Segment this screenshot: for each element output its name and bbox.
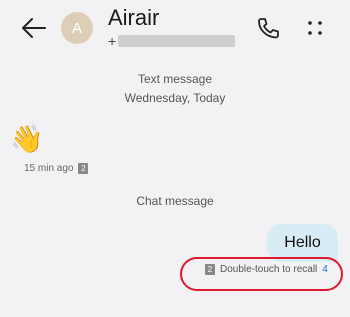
date-label: Wednesday, Today (124, 91, 226, 105)
incoming-time: 15 min ago (24, 163, 74, 174)
avatar-letter: A (71, 19, 82, 37)
outgoing-message-text: Hello (284, 234, 321, 251)
back-arrow-icon[interactable] (20, 16, 48, 40)
incoming-message-meta: 15 min ago 2 (24, 163, 89, 174)
contact-name[interactable]: Airair (108, 5, 159, 31)
more-dots-icon[interactable] (306, 18, 324, 38)
chat-message-section-label: Chat message (136, 194, 214, 208)
contact-number: + (108, 33, 236, 49)
phone-icon[interactable] (255, 16, 281, 40)
number-prefix: + (108, 33, 117, 49)
highlight-annotation (180, 257, 343, 291)
contact-avatar[interactable]: A (61, 12, 93, 44)
sim-card-icon: 2 (78, 163, 89, 174)
incoming-message-emoji[interactable]: 👋 (10, 123, 44, 155)
text-message-section-label: Text message (137, 72, 213, 86)
redacted-number (118, 35, 236, 47)
